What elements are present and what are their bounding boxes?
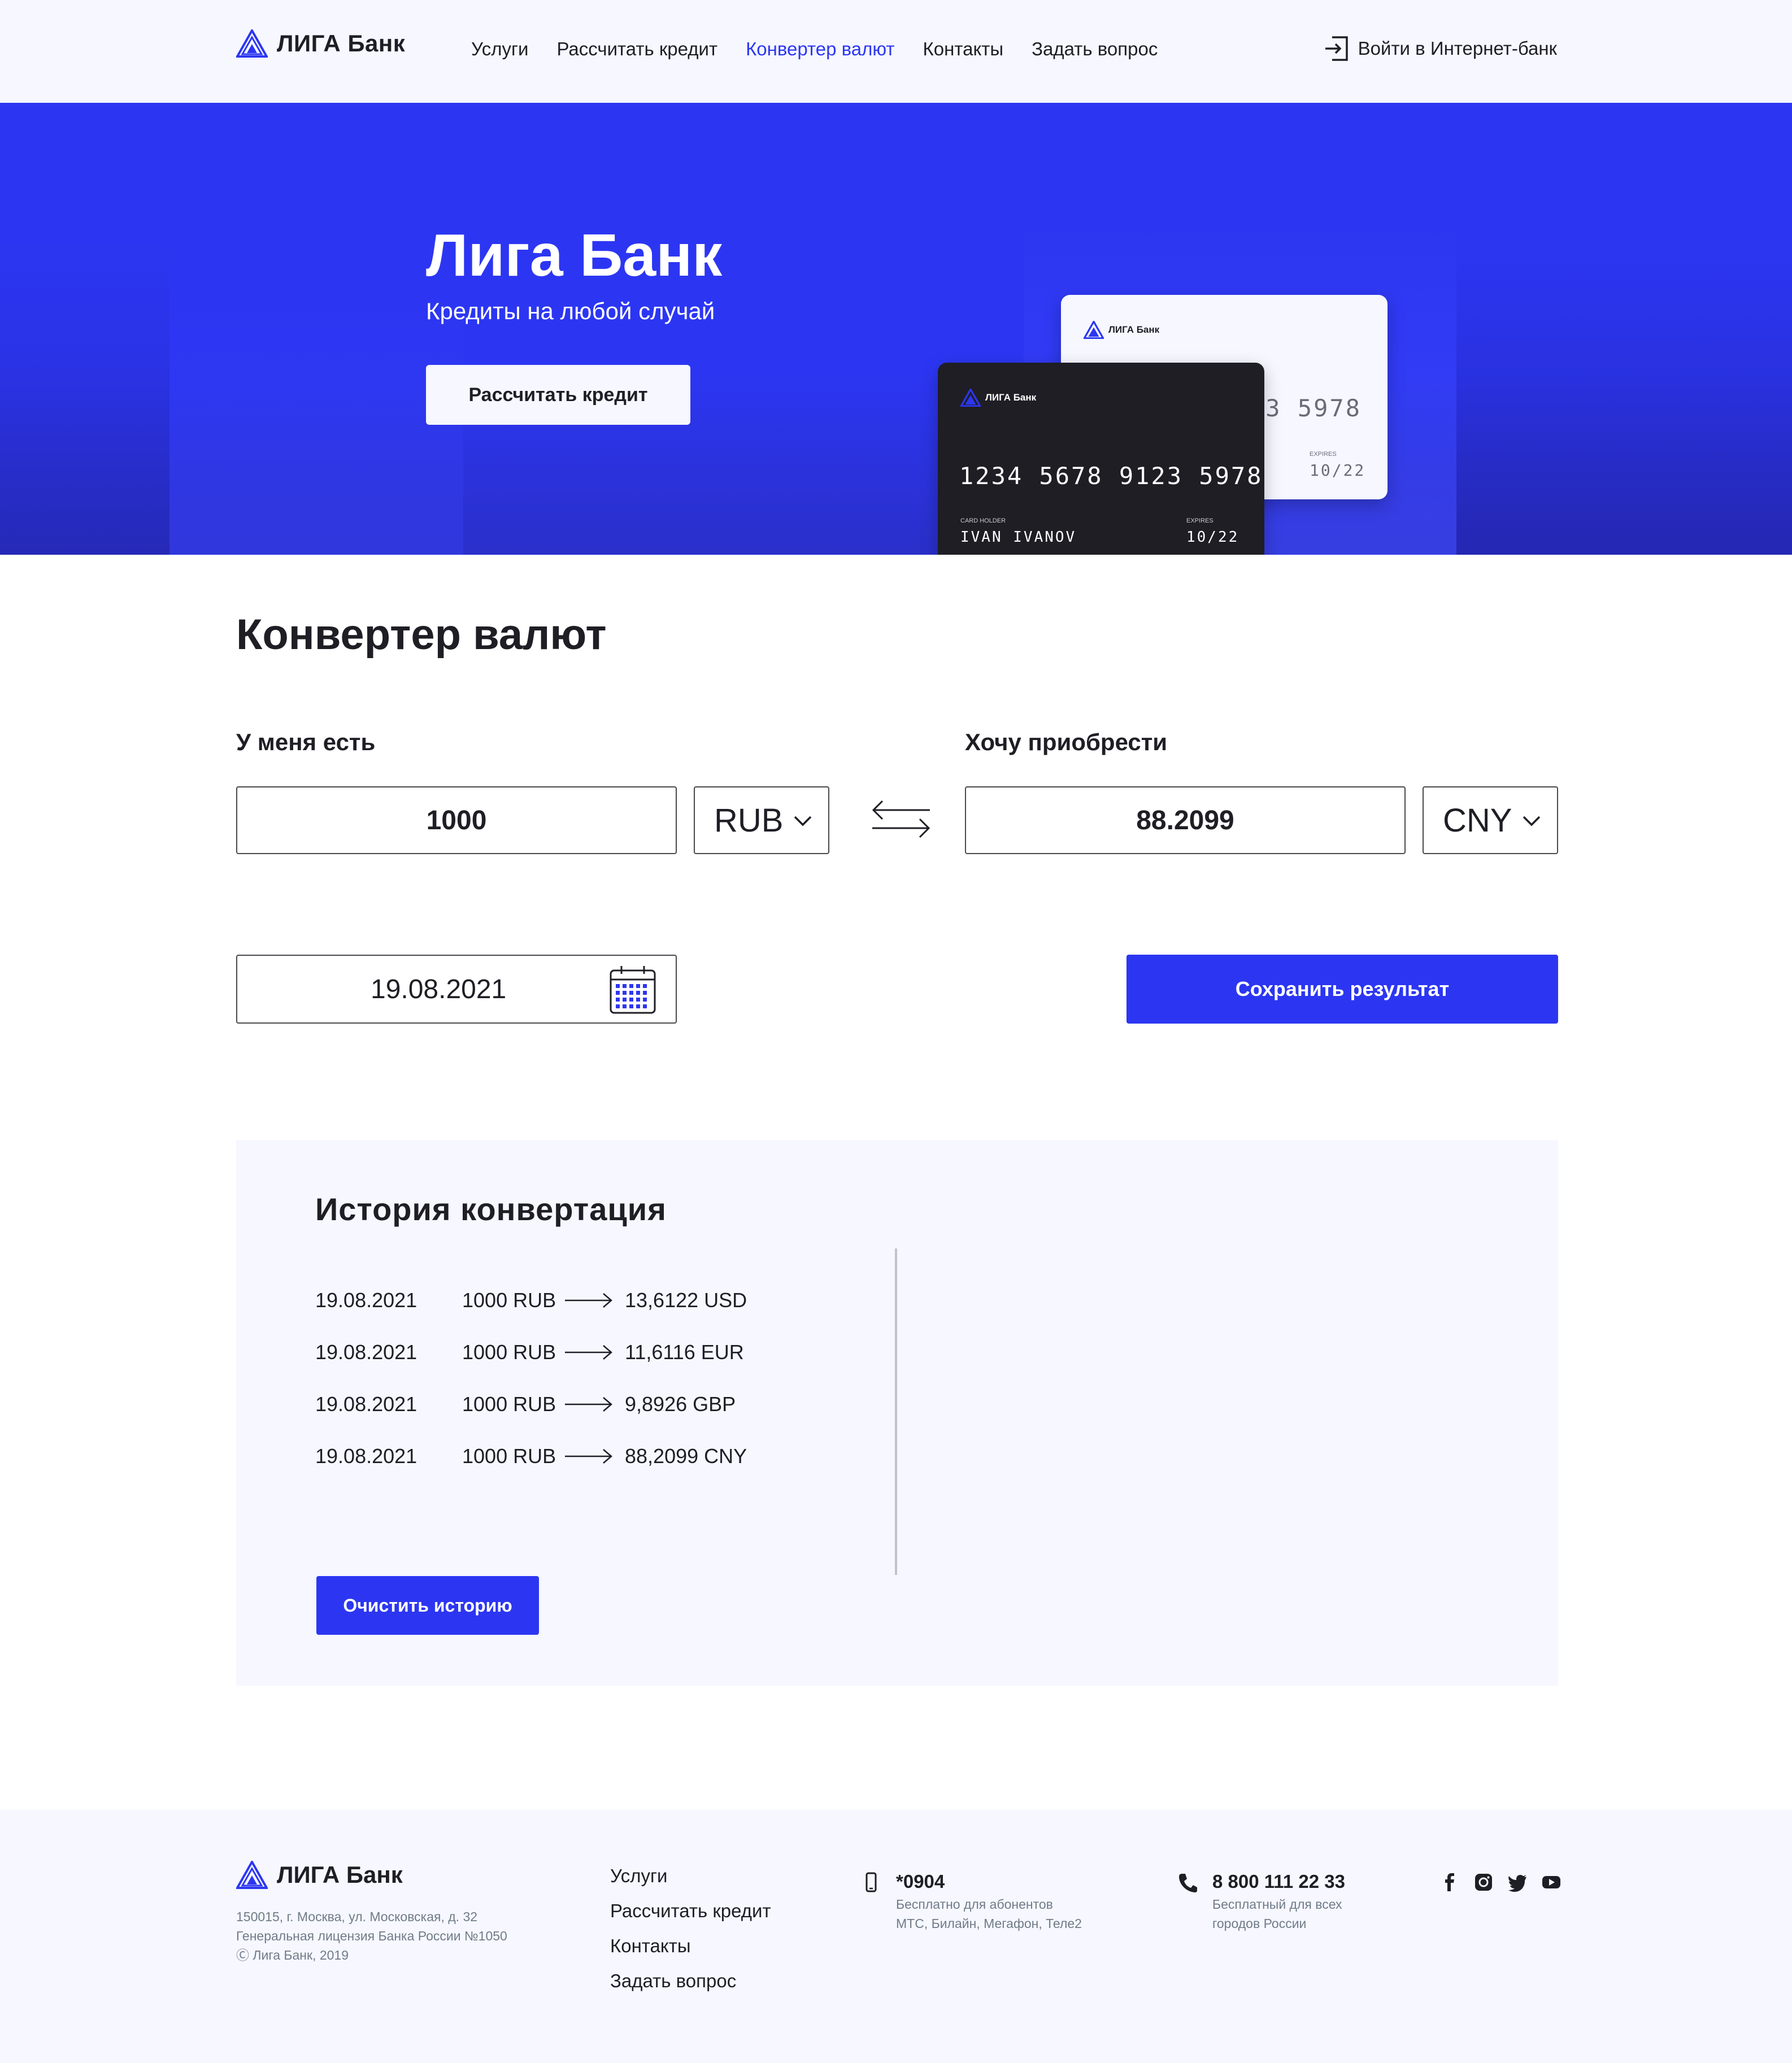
- logo-icon: [1084, 321, 1104, 339]
- bank-card-front: ЛИГА Банк 1234 5678 9123 5978 CARD HOLDE…: [938, 363, 1264, 555]
- history-row: 19.08.2021 1000 RUB 11,6116 EUR: [315, 1335, 744, 1369]
- site-header: ЛИГА Банк Услуги Рассчитать кредит Конве…: [0, 0, 1792, 103]
- save-result-button[interactable]: Сохранить результат: [1126, 955, 1558, 1024]
- main-nav: Услуги Рассчитать кредит Конвертер валют…: [471, 38, 1186, 60]
- hero-title: Лига Банк: [426, 222, 723, 289]
- footer-nav-question[interactable]: Задать вопрос: [610, 1970, 771, 2005]
- have-label: У меня есть: [236, 729, 376, 755]
- short-number[interactable]: *0904: [896, 1871, 1082, 1892]
- card-expires-label: EXPIRES: [1186, 517, 1213, 524]
- logo-icon: [960, 389, 981, 407]
- history-date: 19.08.2021: [315, 1392, 417, 1416]
- history-from: 1000 RUB: [462, 1444, 556, 1468]
- youtube-icon[interactable]: [1541, 1872, 1562, 1892]
- history-panel: История конвертация 19.08.2021 1000 RUB …: [236, 1140, 1558, 1686]
- nav-item-question[interactable]: Задать вопрос: [1032, 38, 1158, 60]
- converter-title: Конвертер валют: [236, 611, 607, 659]
- chevron-down-icon: [1523, 816, 1541, 826]
- phone-number[interactable]: 8 800 111 22 33: [1212, 1871, 1345, 1892]
- site-footer: ЛИГА Банк 150015, г. Москва, ул. Московс…: [0, 1810, 1792, 2063]
- have-amount-input[interactable]: 1000: [236, 786, 677, 854]
- have-currency-select[interactable]: RUB: [694, 786, 829, 854]
- footer-nav-services[interactable]: Услуги: [610, 1865, 771, 1900]
- nav-item-contacts[interactable]: Контакты: [923, 38, 1004, 60]
- history-from: 1000 RUB: [462, 1392, 556, 1416]
- arrow-right-icon: [565, 1397, 612, 1412]
- want-currency-select[interactable]: CNY: [1423, 786, 1558, 854]
- history-from: 1000 RUB: [462, 1289, 556, 1312]
- history-from: 1000 RUB: [462, 1340, 556, 1364]
- card-expires-label: EXPIRES: [1310, 451, 1337, 458]
- hero-decor: [0, 103, 169, 555]
- card-number: 23 5978: [1250, 394, 1362, 422]
- login-icon: [1325, 36, 1348, 61]
- arrow-right-icon: [565, 1345, 612, 1360]
- history-date: 19.08.2021: [315, 1444, 417, 1468]
- want-amount-input[interactable]: 88.2099: [965, 786, 1406, 854]
- login-link[interactable]: Войти в Интернет-банк: [1324, 35, 1557, 62]
- arrow-right-icon: [565, 1449, 612, 1464]
- card-holder: IVAN IVANOV: [960, 529, 1077, 546]
- social-links: [1439, 1872, 1562, 1892]
- arrow-right-icon: [565, 1293, 612, 1308]
- twitter-icon[interactable]: [1507, 1872, 1528, 1892]
- calendar-icon[interactable]: [609, 965, 656, 1015]
- history-to: 88,2099 CNY: [625, 1444, 747, 1468]
- phone-icon: [1179, 1874, 1197, 1892]
- card-expires: 10/22: [1186, 529, 1239, 546]
- card-holder-label: CARD HOLDER: [960, 517, 1006, 524]
- card-logo: ЛИГА Банк: [1084, 321, 1159, 339]
- date-input[interactable]: 19.08.2021: [236, 955, 677, 1024]
- history-to: 11,6116 EUR: [625, 1340, 744, 1364]
- footer-logo[interactable]: ЛИГА Банк: [236, 1861, 403, 1889]
- footer-nav-contacts[interactable]: Контакты: [610, 1935, 771, 1970]
- history-to: 9,8926 GBP: [625, 1392, 736, 1416]
- history-date: 19.08.2021: [315, 1340, 417, 1364]
- chevron-down-icon: [794, 816, 812, 826]
- instagram-icon[interactable]: [1473, 1872, 1494, 1892]
- card-logo: ЛИГА Банк: [960, 389, 1036, 407]
- logo-text: ЛИГА Банк: [277, 30, 406, 56]
- date-value: 19.08.2021: [371, 974, 507, 1004]
- footer-address: 150015, г. Москва, ул. Московская, д. 32…: [236, 1909, 507, 1962]
- footer-nav-credit[interactable]: Рассчитать кредит: [610, 1900, 771, 1935]
- footer-contact-short: *0904 Бесплатно для абонентов МТС, Билай…: [861, 1871, 1082, 1933]
- swap-arrows-icon[interactable]: [870, 797, 932, 842]
- want-label: Хочу приобрести: [965, 729, 1168, 755]
- login-label: Войти в Интернет-банк: [1358, 38, 1557, 59]
- history-row: 19.08.2021 1000 RUB 88,2099 CNY: [315, 1439, 747, 1473]
- calculate-credit-button[interactable]: Рассчитать кредит: [426, 365, 690, 425]
- want-currency-value: CNY: [1443, 802, 1512, 839]
- logo-icon: [236, 29, 268, 58]
- clear-history-button[interactable]: Очистить историю: [316, 1576, 539, 1635]
- hero-decor: [1456, 103, 1792, 555]
- hero-decor: [169, 289, 463, 555]
- mobile-icon: [865, 1872, 877, 1892]
- card-number: 1234 5678 9123 5978: [959, 462, 1263, 490]
- history-divider: [895, 1248, 897, 1575]
- nav-item-converter[interactable]: Конвертер валют: [746, 38, 894, 60]
- history-to: 13,6122 USD: [625, 1289, 747, 1312]
- hero-subtitle: Кредиты на любой случай: [426, 298, 715, 324]
- history-row: 19.08.2021 1000 RUB 9,8926 GBP: [315, 1387, 736, 1421]
- nav-item-services[interactable]: Услуги: [471, 38, 528, 60]
- logo-text: ЛИГА Банк: [277, 1861, 403, 1888]
- card-expires: 10/22: [1310, 461, 1366, 480]
- have-currency-value: RUB: [714, 802, 784, 839]
- logo[interactable]: ЛИГА Банк: [236, 29, 405, 58]
- facebook-icon[interactable]: [1439, 1872, 1460, 1892]
- history-date: 19.08.2021: [315, 1289, 417, 1312]
- footer-contact-phone: 8 800 111 22 33 Бесплатный для всех горо…: [1177, 1871, 1345, 1933]
- logo-icon: [236, 1861, 268, 1889]
- nav-item-credit[interactable]: Рассчитать кредит: [556, 38, 717, 60]
- history-row: 19.08.2021 1000 RUB 13,6122 USD: [315, 1283, 747, 1317]
- footer-nav: Услуги Рассчитать кредит Контакты Задать…: [610, 1865, 771, 2005]
- history-title: История конвертация: [315, 1191, 667, 1227]
- hero-banner: Лига Банк Кредиты на любой случай Рассчи…: [0, 103, 1792, 555]
